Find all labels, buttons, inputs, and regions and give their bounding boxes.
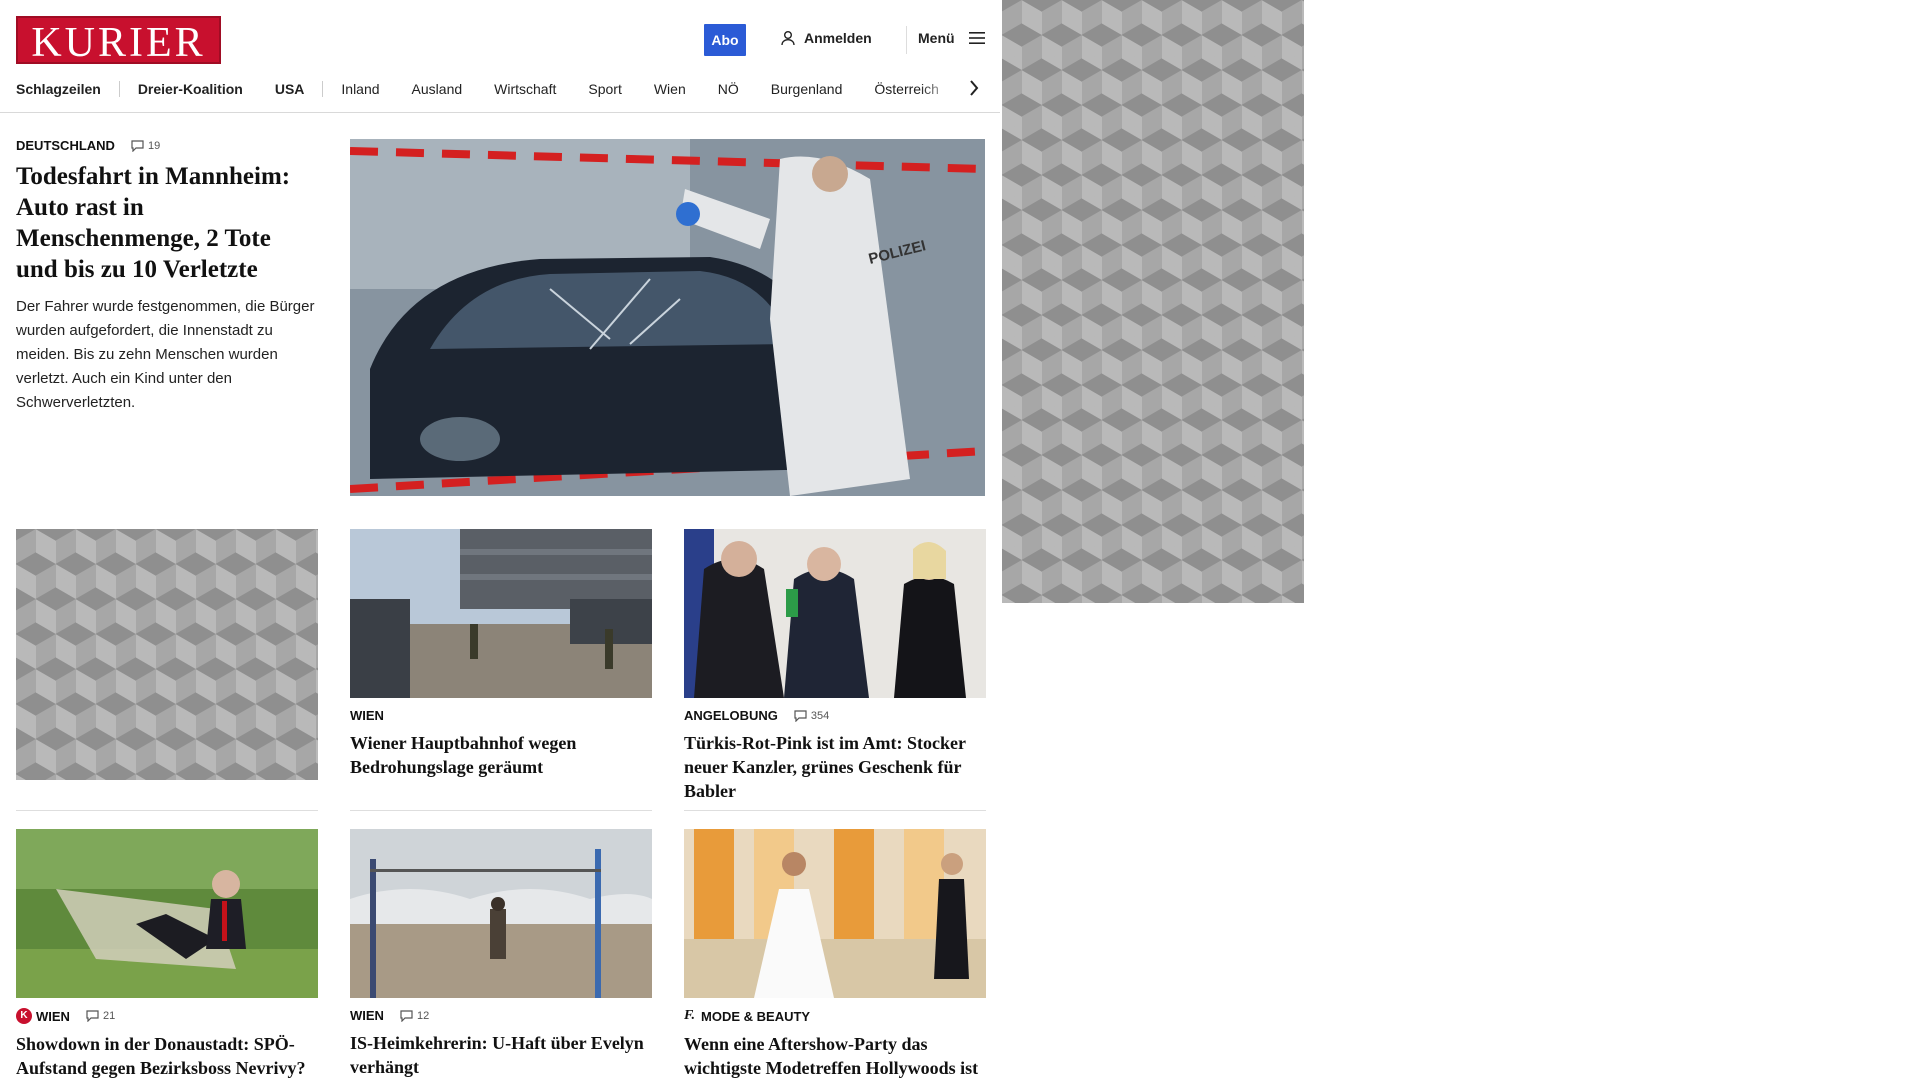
article-headline[interactable]: Showdown in der Donaustadt: SPÖ-Aufstand… bbox=[16, 1032, 318, 1080]
lead-kicker: DEUTSCHLAND 19 bbox=[16, 138, 316, 153]
article-kicker: K WIEN 21 bbox=[16, 1008, 318, 1024]
nav-item-noe[interactable]: NÖ bbox=[718, 81, 739, 97]
article-kicker: WIEN bbox=[350, 708, 652, 723]
article-comment-number: 21 bbox=[102, 1010, 116, 1022]
thumbnail-illustration bbox=[684, 529, 986, 698]
row-divider bbox=[16, 810, 318, 811]
article-kicker-label: MODE & BEAUTY bbox=[701, 1008, 811, 1024]
nav-item-wirtschaft[interactable]: Wirtschaft bbox=[494, 81, 556, 97]
comment-icon bbox=[794, 709, 807, 722]
section-navigation: Schlagzeilen Dreier-Koalition USA Inland… bbox=[16, 80, 982, 98]
article-kicker: WIEN 12 bbox=[350, 1008, 652, 1023]
article-thumbnail[interactable] bbox=[684, 529, 986, 698]
article-headline[interactable]: Wiener Hauptbahnhof wegen Bedrohungslage… bbox=[350, 731, 652, 779]
nav-item-schlagzeilen[interactable]: Schlagzeilen bbox=[16, 81, 101, 97]
article-thumbnail[interactable] bbox=[350, 529, 652, 698]
article-headline[interactable]: IS-Heimkehrerin: U-Haft über Evelyn verh… bbox=[350, 1031, 652, 1079]
article-comment-number: 12 bbox=[416, 1009, 430, 1022]
comment-icon bbox=[86, 1010, 99, 1022]
lead-comment-count[interactable]: 19 bbox=[131, 140, 160, 152]
nav-item-sport[interactable]: Sport bbox=[588, 81, 621, 97]
nav-item-ausland[interactable]: Ausland bbox=[412, 81, 463, 97]
article-comment-count[interactable]: 12 bbox=[400, 1010, 429, 1022]
ad-placeholder-left[interactable] bbox=[16, 529, 318, 780]
hamburger-menu-icon bbox=[968, 32, 985, 44]
kurier-logo[interactable]: KURIER bbox=[16, 16, 221, 66]
lead-story[interactable]: DEUTSCHLAND 19 Todesfahrt in Mannheim: A… bbox=[16, 138, 316, 415]
thumbnail-illustration bbox=[684, 829, 986, 998]
lead-headline[interactable]: Todesfahrt in Mannheim: Auto rast in Men… bbox=[16, 161, 316, 285]
nav-item-burgenland[interactable]: Burgenland bbox=[771, 81, 843, 97]
article-card-angelobung[interactable]: ANGELOBUNG 354 Türkis-Rot-Pink ist im Am… bbox=[684, 529, 986, 803]
login-button[interactable]: Anmelden bbox=[780, 30, 872, 46]
kurier-plus-icon: K bbox=[16, 1008, 32, 1024]
menu-label: Menü bbox=[918, 30, 955, 46]
row-divider bbox=[350, 810, 652, 811]
nav-item-wien[interactable]: Wien bbox=[654, 81, 686, 97]
chevron-right-icon[interactable] bbox=[968, 78, 980, 98]
article-headline[interactable]: Türkis-Rot-Pink ist im Amt: Stocker neue… bbox=[684, 731, 986, 803]
comment-icon bbox=[400, 1009, 413, 1022]
menu-button[interactable]: Menü bbox=[918, 30, 985, 46]
kurier-homepage: KURIER Abo Anmelden Menü Schlagzeilen Dr… bbox=[0, 0, 1000, 1080]
article-kicker-label: WIEN bbox=[36, 1008, 70, 1024]
row-divider bbox=[684, 810, 986, 811]
ad-placeholder-right[interactable] bbox=[1002, 0, 1304, 603]
article-kicker-label: WIEN bbox=[350, 1008, 384, 1023]
thumbnail-illustration bbox=[350, 529, 652, 698]
lead-comment-number: 19 bbox=[147, 139, 161, 152]
article-kicker-label: WIEN bbox=[350, 708, 384, 723]
user-icon bbox=[781, 31, 795, 46]
header-divider bbox=[906, 26, 907, 54]
article-comment-number: 354 bbox=[810, 709, 830, 722]
login-label: Anmelden bbox=[804, 30, 872, 46]
article-card-donaustadt[interactable]: K WIEN 21 Showdown in der Donaustadt: SP… bbox=[16, 829, 318, 1080]
lead-photo-car-crash[interactable]: POLIZEI bbox=[350, 139, 985, 496]
article-kicker: ANGELOBUNG 354 bbox=[684, 708, 986, 723]
thumbnail-illustration bbox=[16, 829, 318, 998]
abo-button[interactable]: Abo bbox=[704, 24, 746, 56]
thumbnail-illustration bbox=[350, 829, 652, 998]
nav-divider bbox=[118, 81, 120, 97]
article-comment-count[interactable]: 21 bbox=[86, 1010, 115, 1022]
freizeit-logo-icon: f. bbox=[684, 1008, 696, 1023]
comment-icon bbox=[131, 139, 144, 152]
article-thumbnail[interactable] bbox=[16, 829, 318, 998]
article-kicker-label: ANGELOBUNG bbox=[684, 708, 778, 723]
article-card-hauptbahnhof[interactable]: WIEN Wiener Hauptbahnhof wegen Bedrohung… bbox=[350, 529, 652, 779]
nav-item-dreier-koalition[interactable]: Dreier-Koalition bbox=[138, 81, 243, 97]
nav-divider bbox=[322, 81, 324, 97]
nav-item-usa[interactable]: USA bbox=[275, 81, 305, 97]
nav-item-inland[interactable]: Inland bbox=[341, 81, 379, 97]
article-card-aftershow-party[interactable]: f. MODE & BEAUTY Wenn eine Aftershow-Par… bbox=[684, 829, 986, 1080]
article-kicker: f. MODE & BEAUTY bbox=[684, 1008, 986, 1024]
article-thumbnail[interactable] bbox=[684, 829, 986, 998]
lead-photo-illustration: POLIZEI bbox=[350, 139, 985, 496]
lead-teaser: Der Fahrer wurde festgenommen, die Bürge… bbox=[16, 298, 315, 411]
nav-border bbox=[0, 112, 1000, 113]
article-thumbnail[interactable] bbox=[350, 829, 652, 998]
lead-kicker-label: DEUTSCHLAND bbox=[16, 138, 115, 153]
article-comment-count[interactable]: 354 bbox=[794, 710, 829, 722]
article-card-is-heimkehrerin[interactable]: WIEN 12 IS-Heimkehrerin: U-Haft über Eve… bbox=[350, 829, 652, 1079]
article-headline[interactable]: Wenn eine Aftershow-Party das wichtigste… bbox=[684, 1032, 986, 1080]
